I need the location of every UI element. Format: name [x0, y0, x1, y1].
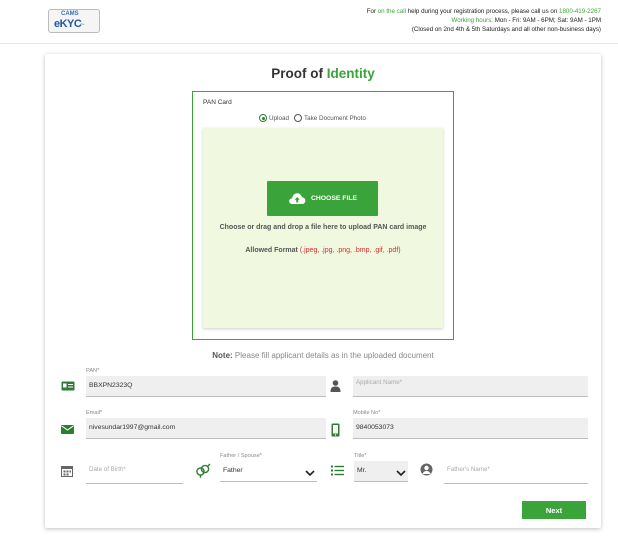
working-hours: Mon - Fri: 9AM - 6PM; Sat: 9AM - 1PM: [493, 17, 601, 24]
formats-label: Allowed Format: [245, 247, 300, 254]
email-label: Email*: [86, 410, 103, 416]
applicant-name-field: Applicant Name*: [353, 368, 588, 398]
working-hours-label: Working hours:: [451, 17, 494, 24]
mobile-input[interactable]: 9840053073: [353, 418, 588, 439]
contact-line: For on the call help during your registr…: [367, 7, 601, 16]
logo-ekyc-text: eKYC: [54, 18, 82, 30]
dob-input[interactable]: Date of Birth*: [86, 463, 183, 484]
applicant-note: Note: Please fill applicant details as i…: [45, 351, 601, 360]
title-value: Mr.: [357, 467, 367, 474]
contact-post: help during your registration process, p…: [405, 8, 560, 15]
cams-ekyc-logo: CAMS eKYC ~: [48, 9, 100, 33]
list-icon: [331, 465, 344, 476]
allowed-formats: Allowed Format (.jpeg, .jpg, .png, .bmp,…: [211, 247, 435, 254]
formats-list: (.jpeg, .jpg, .png, .bmp, .gif, .pdf): [299, 247, 401, 254]
working-hours-line: Working hours: Mon - Fri: 9AM - 6PM; Sat…: [367, 16, 601, 25]
radio-take-photo-dot[interactable]: [293, 114, 302, 122]
email-field: Email* nivesundar1997@gmail.com: [86, 410, 326, 440]
upload-mode-radios: Upload Take Document Photo: [259, 114, 371, 122]
pan-card-upload-box: PAN Card Upload Take Document Photo CHOO…: [192, 91, 454, 340]
radio-upload-dot[interactable]: [259, 114, 267, 122]
note-label: Note:: [212, 351, 233, 360]
father-spouse-label: Father / Spouse*: [220, 453, 262, 459]
contact-pre: For: [366, 8, 378, 15]
pan-field: PAN* BBXPN2323Q: [86, 368, 326, 398]
file-drop-zone[interactable]: CHOOSE FILE Choose or drag and drop a fi…: [203, 128, 443, 328]
calendar-icon: [61, 466, 73, 477]
proof-of-identity-card: Proof of Identity PAN Card Upload Take D…: [45, 54, 601, 528]
pan-input[interactable]: BBXPN2323Q: [86, 376, 326, 397]
gender-relation-icon: [196, 463, 211, 478]
closed-note: (Closed on 2nd 4th & 5th Saturdays and a…: [411, 26, 601, 33]
radio-upload[interactable]: Upload: [259, 114, 289, 122]
father-spouse-value: Father: [223, 467, 243, 474]
radio-take-photo[interactable]: Take Document Photo: [293, 114, 366, 122]
choose-file-label: CHOOSE FILE: [310, 195, 358, 202]
contact-phone[interactable]: 1800-419-2267: [559, 8, 601, 15]
fathers-name-input[interactable]: Father's Name*: [444, 463, 588, 484]
note-text: Please fill applicant details as in the …: [232, 351, 434, 360]
fathers-name-field: Father's Name*: [444, 455, 588, 485]
page-title: Proof of Identity: [45, 66, 601, 81]
father-spouse-select[interactable]: Father: [220, 461, 317, 482]
choose-file-button[interactable]: CHOOSE FILE: [267, 181, 378, 216]
radio-upload-label: Upload: [269, 114, 289, 122]
mobile-label: Mobile No*: [353, 410, 381, 416]
user-circle-icon: [420, 463, 433, 476]
father-spouse-field: Father / Spouse* Father: [220, 453, 317, 485]
title-field: Title* Mr.: [354, 453, 408, 485]
mobile-field: Mobile No* 9840053073: [353, 410, 588, 440]
email-input[interactable]: nivesundar1997@gmail.com: [86, 418, 326, 439]
title-label: Title*: [354, 453, 367, 459]
radio-take-photo-label: Take Document Photo: [303, 114, 366, 122]
contact-info: For on the call help during your registr…: [367, 7, 601, 34]
logo-signature-icon: ~: [80, 20, 85, 29]
id-card-icon: [61, 381, 75, 391]
cloud-upload-icon: [289, 193, 306, 204]
applicant-name-input[interactable]: Applicant Name*: [353, 376, 588, 397]
dob-field: Date of Birth*: [86, 455, 183, 485]
pan-label: PAN*: [86, 368, 100, 374]
contact-highlight: on the call: [377, 8, 406, 15]
chevron-down-icon: [305, 470, 315, 477]
pan-card-label: PAN Card: [203, 99, 232, 106]
mobile-icon: [331, 423, 340, 437]
top-bar: CAMS eKYC ~ For on the call help during …: [0, 0, 618, 44]
next-button[interactable]: Next: [522, 501, 586, 519]
drop-instructions: Choose or drag and drop a file here to u…: [219, 224, 427, 231]
logo-cams-text: CAMS: [61, 11, 79, 17]
email-icon: [61, 425, 74, 434]
title-pre: Proof of: [271, 66, 327, 81]
chevron-down-icon: [396, 470, 406, 477]
user-icon: [330, 380, 341, 392]
title-highlight: Identity: [326, 66, 375, 81]
